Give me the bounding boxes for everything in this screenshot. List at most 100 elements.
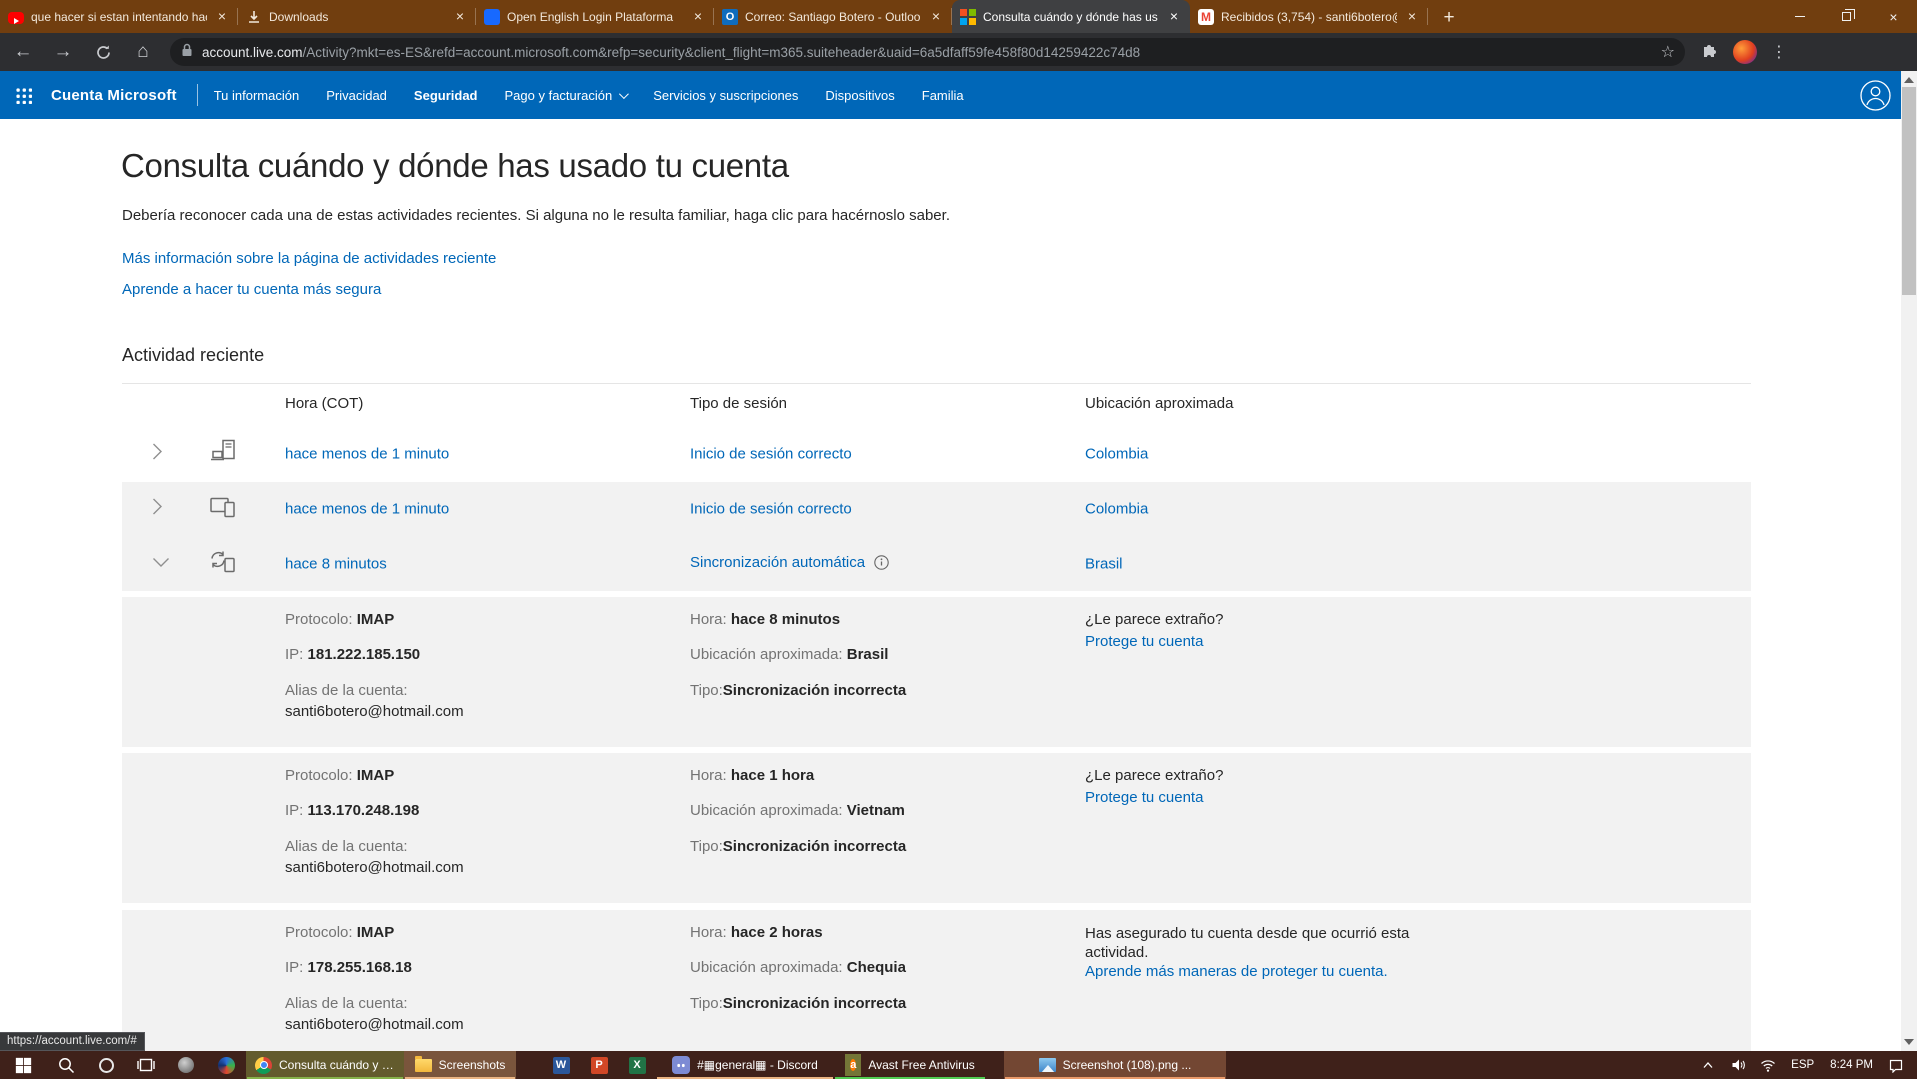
new-tab-button[interactable]: + (1434, 3, 1464, 33)
task-view-icon[interactable] (126, 1051, 166, 1079)
location-label: Ubicación aproximada: (690, 646, 843, 663)
nav-dispositivos[interactable]: Dispositivos (825, 88, 894, 103)
extensions-puzzle-icon[interactable] (1701, 41, 1719, 64)
taskbar-screenshots-folder[interactable]: Screenshots (404, 1051, 516, 1079)
edge-browser-icon[interactable] (206, 1051, 246, 1079)
scroll-down-arrow-icon[interactable] (1904, 1039, 1914, 1045)
network-wifi-icon[interactable] (1755, 1051, 1781, 1079)
protect-account-link[interactable]: Protege tu cuenta (1085, 633, 1203, 650)
account-avatar-icon[interactable] (1860, 79, 1891, 111)
type-value: Sincronización incorrecta (722, 995, 907, 1012)
chevron-down-icon[interactable] (152, 555, 170, 573)
activity-time-link[interactable]: hace menos de 1 minuto (285, 445, 449, 462)
app-launcher-waffle-icon[interactable] (15, 86, 32, 104)
taskbar-label: Consulta cuándo y d... (279, 1058, 395, 1072)
outlook-icon: O (722, 8, 738, 25)
url-path: /Activity?mkt=es-ES&refd=account.microso… (302, 44, 1141, 60)
tab-downloads[interactable]: Downloads × (238, 0, 476, 33)
taskbar-label: Screenshot (108).png ... (1062, 1058, 1192, 1072)
reload-button[interactable] (86, 37, 120, 67)
activity-type-link[interactable]: Sincronización automática (690, 554, 889, 574)
action-center-icon[interactable] (1883, 1051, 1909, 1079)
chevron-right-icon[interactable] (152, 442, 163, 465)
learn-more-protect-link[interactable]: Aprende más maneras de proteger tu cuent… (1085, 963, 1388, 980)
scroll-up-arrow-icon[interactable] (1904, 77, 1914, 83)
taskbar-label: Avast Free Antivirus (868, 1058, 975, 1072)
type-label: Tipo: (690, 838, 723, 855)
nav-pago-y-facturacion[interactable]: Pago y facturación (505, 88, 630, 103)
activity-row[interactable]: hace menos de 1 minuto Inicio de sesión … (122, 425, 1751, 482)
speaker-icon[interactable] (1725, 1051, 1751, 1079)
close-window-button[interactable]: × (1870, 0, 1917, 33)
activity-type-link[interactable]: Inicio de sesión correcto (690, 445, 852, 462)
chevron-right-icon[interactable] (152, 498, 163, 521)
nav-tu-informacion[interactable]: Tu información (214, 88, 300, 103)
activity-time-link[interactable]: hace 8 minutos (285, 555, 387, 572)
scrollbar-thumb[interactable] (1902, 87, 1916, 295)
type-label: Tipo: (690, 995, 723, 1012)
taskbar-excel[interactable]: X (618, 1051, 656, 1079)
taskbar-chrome-window[interactable]: Consulta cuándo y d... (246, 1051, 404, 1079)
activity-location-link[interactable]: Brasil (1085, 555, 1123, 572)
location-value: Brasil (846, 646, 889, 663)
taskbar-powerpoint[interactable]: P (580, 1051, 618, 1079)
cortana-icon[interactable] (86, 1051, 126, 1079)
tab-title: Consulta cuándo y dónde has us (983, 9, 1158, 24)
back-button[interactable]: ← (6, 37, 40, 67)
nav-servicios[interactable]: Servicios y suscripciones (653, 88, 798, 103)
close-icon[interactable]: × (452, 9, 468, 25)
tab-youtube[interactable]: que hacer si estan intentando hac × (0, 0, 238, 33)
brand-title[interactable]: Cuenta Microsoft (51, 87, 177, 104)
activity-location-link[interactable]: Colombia (1085, 445, 1148, 462)
taskbar-word[interactable]: W (542, 1051, 580, 1079)
page-scrollbar[interactable] (1901, 71, 1917, 1051)
taskbar-discord-window[interactable]: #▦general▦ - Discord (656, 1051, 834, 1079)
close-icon[interactable]: × (1404, 9, 1420, 25)
close-icon[interactable]: × (690, 9, 706, 25)
start-button[interactable] (0, 1051, 46, 1079)
restore-button[interactable] (1823, 0, 1870, 33)
home-button[interactable]: ⌂ (126, 37, 160, 67)
language-indicator[interactable]: ESP (1785, 1059, 1820, 1071)
minimize-button[interactable] (1776, 0, 1823, 33)
tab-openenglish[interactable]: Open English Login Plataforma × (476, 0, 714, 33)
activity-location-link[interactable]: Colombia (1085, 501, 1148, 518)
taskbar-screenshot-image-window[interactable]: Screenshot (108).png ... (1004, 1051, 1226, 1079)
tray-chevron-up-icon[interactable] (1695, 1051, 1721, 1079)
page-content: Consulta cuándo y dónde has usado tu cue… (0, 119, 1917, 1051)
time-label: Hora: (690, 924, 727, 941)
pinned-app-icon[interactable] (166, 1051, 206, 1079)
avast-highlight: a (845, 1054, 862, 1076)
address-bar[interactable]: account.live.com/Activity?mkt=es-ES&refd… (170, 38, 1685, 66)
nav-familia[interactable]: Familia (922, 88, 964, 103)
link-more-info[interactable]: Más información sobre la página de activ… (122, 250, 496, 267)
nav-privacidad[interactable]: Privacidad (326, 88, 387, 103)
tab-title: que hacer si estan intentando hac (31, 9, 207, 24)
search-icon[interactable] (46, 1051, 86, 1079)
tab-gmail[interactable]: M Recibidos (3,754) - santi6botero@ × (1190, 0, 1428, 33)
taskbar-avast-window[interactable]: a Avast Free Antivirus (834, 1051, 986, 1079)
info-icon[interactable] (874, 554, 889, 574)
profile-avatar[interactable] (1733, 40, 1757, 64)
forward-button[interactable]: → (46, 37, 80, 67)
browser-menu-icon[interactable]: ⋮ (1771, 42, 1787, 62)
clock[interactable]: 8:24 PM (1824, 1059, 1879, 1071)
type-value: Sincronización incorrecta (722, 838, 907, 855)
ip-value: 113.170.248.198 (307, 802, 420, 819)
nav-seguridad[interactable]: Seguridad (414, 88, 478, 103)
activity-time-link[interactable]: hace menos de 1 minuto (285, 501, 449, 518)
activity-row-expanded[interactable]: hace 8 minutos Sincronización automática… (122, 536, 1751, 591)
protect-account-link[interactable]: Protege tu cuenta (1085, 789, 1203, 806)
bookmark-star-icon[interactable]: ☆ (1661, 42, 1675, 62)
alias-value: santi6botero@hotmail.com (285, 859, 464, 876)
time-label: Hora: (690, 611, 727, 628)
close-icon[interactable]: × (214, 9, 230, 25)
activity-type-link[interactable]: Inicio de sesión correcto (690, 501, 852, 518)
activity-row[interactable]: hace menos de 1 minuto Inicio de sesión … (122, 482, 1751, 536)
close-icon[interactable]: × (1166, 9, 1182, 25)
close-icon[interactable]: × (928, 9, 944, 25)
type-label: Sincronización automática (690, 553, 866, 571)
tab-outlook[interactable]: O Correo: Santiago Botero - Outloo × (714, 0, 952, 33)
tab-microsoft-account-active[interactable]: Consulta cuándo y dónde has us × (952, 0, 1190, 33)
link-make-account-secure[interactable]: Aprende a hacer tu cuenta más segura (122, 281, 381, 298)
